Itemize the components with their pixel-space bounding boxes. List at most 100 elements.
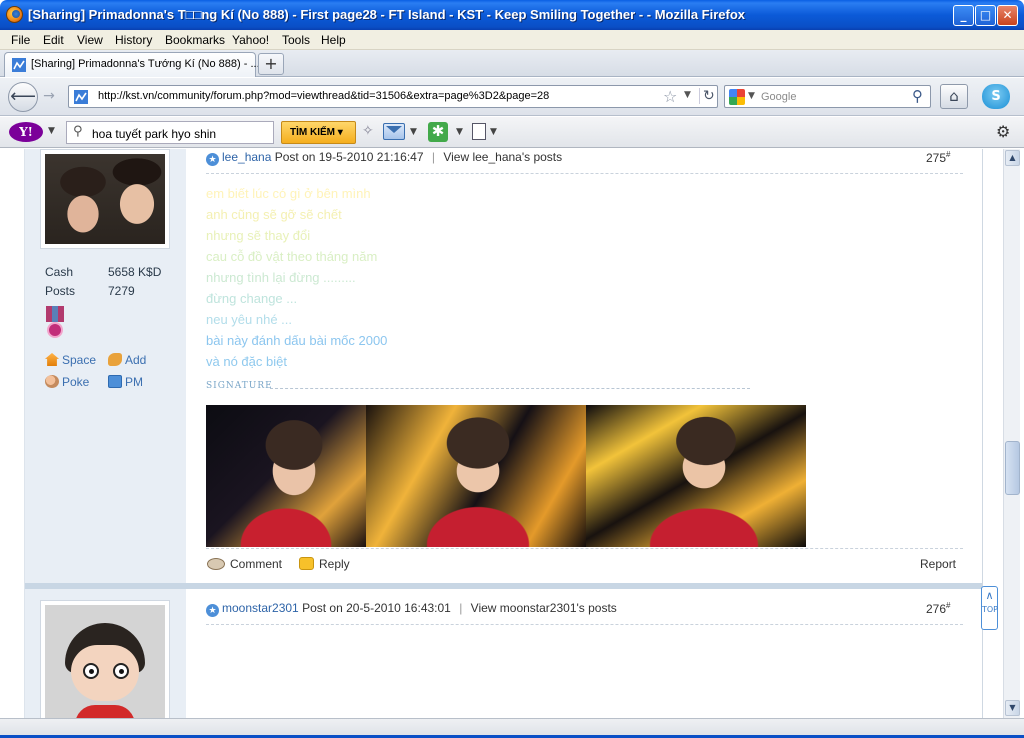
page-left-margin <box>0 149 25 738</box>
post-username-2[interactable]: moonstar2301 <box>222 601 299 615</box>
menu-help[interactable]: Help <box>321 33 346 47</box>
signature-label: SIGNATURE <box>206 381 273 391</box>
report-link[interactable]: Report <box>920 557 956 571</box>
menu-view[interactable]: View <box>77 33 103 47</box>
signature-image-2 <box>366 405 586 547</box>
stat-label-cash: Cash <box>45 265 74 279</box>
post-username[interactable]: lee_hana <box>222 150 271 164</box>
menu-history[interactable]: History <box>115 33 152 47</box>
yahoo-search-button-label: TÌM KIẾM <box>290 127 335 138</box>
envelope-icon <box>108 375 122 388</box>
mail-icon[interactable] <box>383 123 405 140</box>
stat-value-posts: 7279 <box>108 284 135 298</box>
poke-link[interactable]: Poke <box>45 375 89 389</box>
document-dropdown-icon[interactable]: ▼ <box>490 127 497 137</box>
tab-title: [Sharing] Primadonna's Tướng Kí (No 888)… <box>31 58 260 70</box>
post-message: em biết lúc có gì ở bên mình anh cũng sẽ … <box>206 183 387 372</box>
menu-bar: File Edit View History Bookmarks Yahoo! … <box>0 30 1024 50</box>
scroll-up-arrow-icon[interactable]: ▲ <box>1005 150 1020 166</box>
header-dashed-rule-2 <box>206 624 963 625</box>
reload-icon[interactable]: ↻ <box>699 88 715 104</box>
message-line: và nó đặc biệt <box>206 354 287 369</box>
kst-favicon-icon <box>12 58 26 72</box>
content-border <box>982 149 983 738</box>
reply-button[interactable]: Reply <box>299 557 350 571</box>
addon-puzzle-icon[interactable]: ✱ <box>428 122 448 142</box>
forward-button[interactable]: → <box>38 87 60 107</box>
home-button[interactable]: ⌂ <box>940 84 968 109</box>
avatar-2[interactable] <box>40 600 170 728</box>
close-button[interactable]: ✕ <box>997 5 1018 26</box>
menu-tools[interactable]: Tools <box>282 33 310 47</box>
footer-dashed-rule <box>206 548 963 549</box>
online-star-icon: ★ <box>206 153 219 166</box>
yahoo-search-button[interactable]: TÌM KIẾM ▾ <box>281 121 356 144</box>
avatar[interactable] <box>40 149 170 249</box>
new-tab-button[interactable]: + <box>258 53 284 75</box>
pm-link[interactable]: PM <box>108 375 143 389</box>
bookmark-star-icon[interactable]: ☆ <box>663 87 677 106</box>
addon-dropdown-icon[interactable]: ▼ <box>456 127 463 137</box>
search-bar[interactable]: ▼ Google ⚲ <box>724 85 931 108</box>
mail-dropdown-icon[interactable]: ▼ <box>410 127 417 137</box>
menu-file[interactable]: File <box>11 33 30 47</box>
handshake-icon <box>108 353 122 366</box>
tab-active[interactable]: [Sharing] Primadonna's Tướng Kí (No 888)… <box>4 52 260 77</box>
minimize-button[interactable]: _ <box>953 5 974 26</box>
header-dashed-rule <box>206 173 963 174</box>
post-date-2: Post on 20-5-2010 16:43:01 <box>302 601 451 615</box>
google-icon[interactable] <box>729 89 745 105</box>
site-favicon-icon <box>74 90 88 104</box>
post-date: Post on 19-5-2010 21:16:47 <box>274 150 424 164</box>
message-line: em biết lúc có gì ở bên mình <box>206 186 371 201</box>
menu-yahoo[interactable]: Yahoo! <box>232 33 269 47</box>
stat-label-posts: Posts <box>45 284 76 298</box>
url-dropdown-icon[interactable]: ▼ <box>684 90 691 100</box>
message-line: neu yêu nhé ... <box>206 312 293 327</box>
post-header: ★ lee_hana Post on 19-5-2010 21:16:47 | V… <box>206 150 562 166</box>
window-title: [Sharing] Primadonna's T□□ng Kí (No 888)… <box>28 7 746 22</box>
skype-icon[interactable]: S <box>982 84 1010 109</box>
url-text[interactable]: http://kst.vn/community/forum.php?mod=vi… <box>98 90 549 102</box>
add-friend-link[interactable]: Add <box>108 353 146 367</box>
scroll-thumb[interactable] <box>1005 441 1020 495</box>
message-line: cau cỗ đồ vật theo tháng năm <box>206 249 378 264</box>
signature-dashed-rule <box>270 388 750 389</box>
comment-icon <box>207 558 225 570</box>
message-line: đừng change ... <box>206 291 298 306</box>
space-link[interactable]: Space <box>45 353 96 367</box>
poke-icon <box>45 375 59 388</box>
search-icon[interactable]: ⚲ <box>912 87 923 105</box>
comment-button[interactable]: Comment <box>207 557 282 571</box>
avatar-photo <box>45 154 165 244</box>
online-star-icon: ★ <box>206 604 219 617</box>
maximize-button[interactable]: □ <box>975 5 996 26</box>
settings-gear-icon[interactable]: ⚙ <box>996 122 1010 141</box>
back-button[interactable]: ⟵ <box>8 82 38 112</box>
search-input[interactable]: Google <box>761 91 796 103</box>
yahoo-logo-icon[interactable]: Y! <box>9 122 43 142</box>
menu-edit[interactable]: Edit <box>43 33 64 47</box>
post-number[interactable]: 275# <box>926 150 950 165</box>
search-engine-dropdown-icon[interactable]: ▼ <box>748 91 755 101</box>
yahoo-search-query[interactable]: hoa tuyết park hyo shin <box>92 127 216 141</box>
address-bar[interactable]: http://kst.vn/community/forum.php?mod=vi… <box>68 85 718 108</box>
magnifier-icon: ⚲ <box>73 124 83 139</box>
back-to-top-button[interactable]: ∧ TOP <box>981 586 998 630</box>
firefox-icon[interactable] <box>6 6 23 23</box>
yahoo-search-field[interactable]: ⚲ hoa tuyết park hyo shin <box>66 121 274 144</box>
menu-bookmarks[interactable]: Bookmarks <box>165 33 225 47</box>
medal-icon[interactable] <box>46 306 64 340</box>
yahoo-menu-dropdown-icon[interactable]: ▼ <box>48 126 55 136</box>
yahoo-toolbar: Y! ▼ ⚲ hoa tuyết park hyo shin TÌM KIẾM … <box>0 117 1024 148</box>
view-user-posts-link-2[interactable]: View moonstar2301's posts <box>471 601 617 615</box>
post-header-2: ★ moonstar2301 Post on 20-5-2010 16:43:01… <box>206 601 617 617</box>
vertical-scrollbar[interactable]: ▲ ▼ <box>1003 149 1020 718</box>
view-user-posts-link[interactable]: View lee_hana's posts <box>443 150 562 164</box>
navigation-toolbar: ⟵ → http://kst.vn/community/forum.php?mo… <box>0 78 1024 116</box>
document-icon[interactable] <box>472 123 486 140</box>
scroll-down-arrow-icon[interactable]: ▼ <box>1005 700 1020 716</box>
post-number-2[interactable]: 276# <box>926 601 950 616</box>
message-line: nhưng tình lại đừng ......... <box>206 270 356 285</box>
message-line: anh cũng sẽ gỡ sẽ chết <box>206 207 342 222</box>
